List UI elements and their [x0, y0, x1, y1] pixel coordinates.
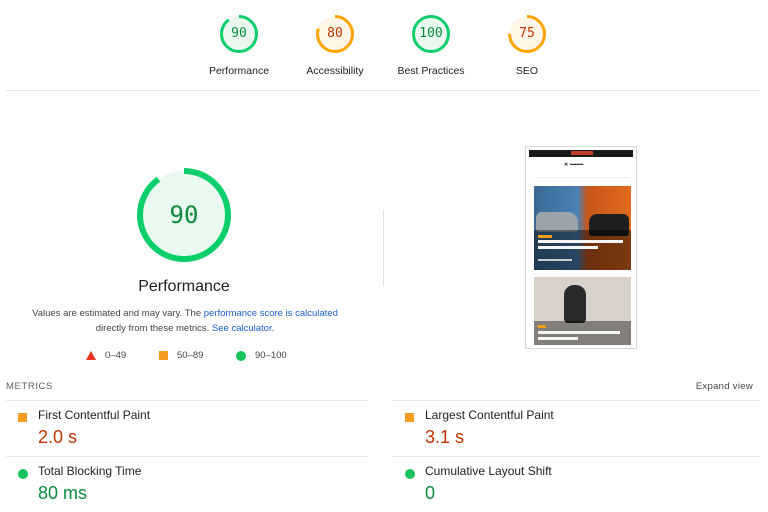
performance-score: 90 — [169, 201, 199, 229]
desc-text: directly from these metrics. — [95, 323, 212, 334]
orange-square-icon — [405, 413, 414, 422]
metric-divider — [6, 400, 368, 401]
gauge-best-practices[interactable]: 100 Best Practices — [386, 14, 476, 77]
score-ring: 75 — [507, 14, 547, 54]
thumb-logo: ✕ ━━━━ — [564, 162, 584, 168]
score-ring: 90 — [219, 14, 259, 54]
score-value: 75 — [519, 26, 535, 41]
legend-pass: 90–100 — [236, 350, 287, 361]
orange-square-icon — [18, 413, 27, 422]
metric-divider — [392, 400, 760, 401]
green-circle-icon — [236, 350, 246, 361]
expand-view-button[interactable]: Expand view — [696, 381, 753, 392]
score-ring: 80 — [315, 14, 355, 54]
performance-description: Values are estimated and may vary. The p… — [20, 306, 350, 336]
metric-name: First Contentful Paint — [38, 408, 151, 422]
legend-range: 50–89 — [177, 350, 204, 361]
thumb-article-image — [534, 277, 631, 345]
category-label: Performance — [208, 65, 270, 77]
score-ring: 100 — [411, 14, 451, 54]
red-triangle-icon — [86, 351, 96, 360]
metric-name: Total Blocking Time — [38, 464, 142, 478]
green-circle-icon — [18, 469, 28, 479]
legend-range: 90–100 — [255, 350, 287, 361]
category-label: Accessibility — [306, 65, 364, 77]
metric-value: 0 — [425, 483, 436, 503]
green-circle-icon — [405, 469, 415, 479]
desc-text: . — [271, 323, 275, 334]
metric-cls: Cumulative Layout Shift 0 — [393, 464, 753, 512]
metric-value: 3.1 s — [425, 427, 465, 447]
category-label: SEO — [515, 65, 539, 77]
see-calculator-link[interactable]: See calculator — [212, 323, 272, 334]
gauge-accessibility[interactable]: 80 Accessibility — [290, 14, 380, 77]
metric-value: 2.0 s — [38, 427, 78, 447]
score-value: 90 — [231, 26, 247, 41]
legend-average: 50–89 — [159, 350, 203, 361]
performance-gauge: 90 — [135, 166, 233, 264]
desc-text: Values are estimated and may vary. The — [32, 308, 204, 319]
metric-value: 80 ms — [38, 483, 88, 503]
thumb-topbar — [529, 150, 633, 157]
performance-title: Performance — [138, 278, 230, 295]
metrics-header: METRICS — [6, 381, 53, 392]
metric-fcp: First Contentful Paint 2.0 s — [6, 408, 366, 458]
metric-lcp: Largest Contentful Paint 3.1 s — [393, 408, 753, 458]
thumb-article-image — [534, 186, 631, 270]
metric-tbt: Total Blocking Time 80 ms — [6, 464, 366, 512]
vertical-divider — [383, 210, 384, 286]
category-label: Best Practices — [397, 65, 465, 77]
legend-range: 0–49 — [105, 350, 127, 361]
thumb-divider — [534, 177, 630, 178]
page-screenshot-thumbnail[interactable]: ✕ ━━━━ — [525, 146, 637, 349]
section-divider — [6, 90, 760, 91]
orange-square-icon — [159, 351, 168, 360]
score-legend: 0–49 50–89 90–100 — [84, 350, 304, 364]
score-value: 80 — [327, 26, 343, 41]
metric-name: Largest Contentful Paint — [425, 408, 554, 422]
gauge-seo[interactable]: 75 SEO — [482, 14, 572, 77]
gauge-performance[interactable]: 90 Performance — [194, 14, 284, 77]
category-gauges: 90 Performance 80 Accessibility 100 Best… — [0, 14, 768, 78]
score-calc-link[interactable]: performance score is calculated — [204, 308, 338, 319]
score-value: 100 — [419, 26, 443, 41]
legend-fail: 0–49 — [86, 350, 126, 361]
metric-name: Cumulative Layout Shift — [425, 464, 552, 478]
